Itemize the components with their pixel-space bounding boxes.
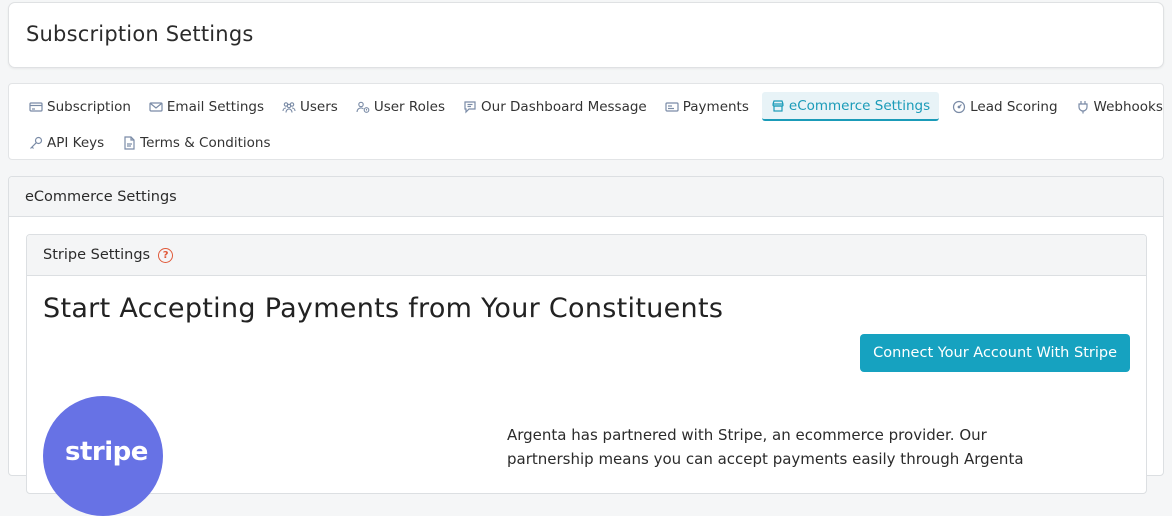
stripe-logo: stripe [43,396,163,516]
tab-dashboard-message[interactable]: Our Dashboard Message [454,92,656,121]
tab-users[interactable]: Users [273,92,347,121]
stripe-heading: Start Accepting Payments from Your Const… [43,293,724,324]
user-roles-icon [356,100,370,114]
tab-user-roles[interactable]: User Roles [347,92,454,121]
tab-payments[interactable]: Payments [656,92,758,121]
connect-stripe-button[interactable]: Connect Your Account With Stripe [860,334,1130,372]
page-header: Subscription Settings [8,2,1164,68]
tab-label: Users [300,98,338,115]
tab-label: Lead Scoring [970,98,1058,115]
tab-label: Webhooks [1093,98,1163,115]
tab-label: eCommerce Settings [788,97,931,114]
tab-label: Terms & Conditions [140,134,271,151]
message-icon [463,100,477,114]
tab-terms-conditions[interactable]: Terms & Conditions [113,128,279,157]
stripe-settings-header: Stripe Settings ? [27,235,1146,276]
store-icon [771,99,785,113]
tab-subscription[interactable]: Subscription [20,92,140,121]
tab-label: Our Dashboard Message [481,98,647,115]
tab-webhooks[interactable]: Webhooks [1067,92,1172,121]
tab-api-keys[interactable]: API Keys [20,128,113,157]
page-title: Subscription Settings [26,22,254,46]
stripe-settings-panel: Stripe Settings ? Start Accepting Paymen… [26,234,1147,516]
key-icon [29,136,43,150]
document-icon [122,135,136,150]
tab-label: Payments [682,98,749,115]
stripe-description: Argenta has partnered with Stripe, an ec… [507,426,1024,468]
help-icon[interactable]: ? [158,247,174,263]
ecommerce-settings-panel: eCommerce Settings Stripe Settings ? Sta… [8,176,1164,516]
tab-lead-scoring[interactable]: Lead Scoring [943,92,1066,121]
tab-label: User Roles [373,98,446,115]
credit-card-icon [29,100,43,114]
gauge-icon [952,100,966,114]
tab-label: Email Settings [166,98,265,115]
users-icon [282,100,296,114]
settings-tabs: Subscription Email Settings Users User R… [8,83,1164,160]
tab-label: API Keys [47,134,105,151]
tab-email-settings[interactable]: Email Settings [140,92,273,121]
envelope-icon [149,100,163,114]
stripe-settings-title: Stripe Settings [43,247,151,263]
plug-icon [1076,100,1090,114]
panel-header: eCommerce Settings [9,177,1163,217]
stripe-logo-text: stripe [65,437,148,467]
panel-title: eCommerce Settings [25,189,177,205]
tab-label: Subscription [47,98,131,115]
tab-ecommerce-settings[interactable]: eCommerce Settings [761,92,940,121]
payments-icon [665,100,679,114]
